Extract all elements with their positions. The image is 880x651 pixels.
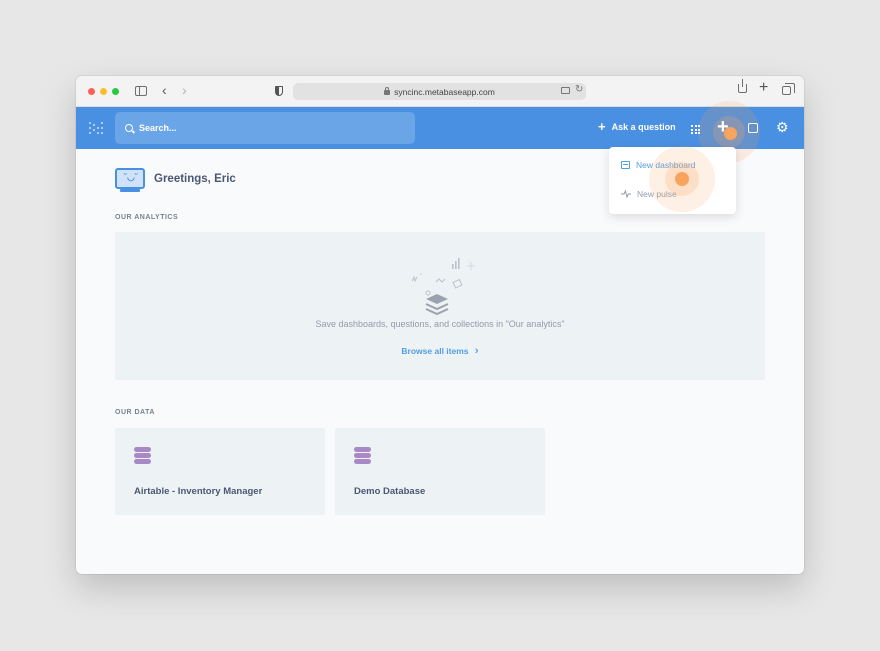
url-text: syncinc.metabaseapp.com [394, 86, 495, 97]
plus-icon: + [598, 119, 606, 134]
database-card-airtable[interactable]: Airtable - Inventory Manager [115, 428, 325, 515]
app-navbar: Search... + Ask a question + ⚙ [76, 101, 804, 163]
translate-icon[interactable] [561, 87, 570, 94]
privacy-shield-icon[interactable] [275, 86, 283, 96]
new-tab-icon[interactable]: + [759, 80, 768, 96]
ask-question-label: Ask a question [611, 122, 676, 132]
back-icon[interactable]: ‹ [162, 83, 167, 97]
chevron-right-icon: › [474, 345, 479, 357]
pulse-icon [621, 190, 631, 198]
search-icon [125, 124, 133, 132]
analytics-empty-state: Save dashboards, questions, and collecti… [115, 232, 765, 380]
database-name: Demo Database [354, 486, 426, 497]
share-icon[interactable] [738, 79, 747, 93]
gear-icon[interactable]: ⚙ [776, 120, 789, 134]
click-indicator-dot [675, 172, 689, 186]
browse-all-items-link[interactable]: Browse all items › [115, 345, 765, 357]
ask-question-button[interactable]: + Ask a question [598, 119, 676, 134]
browser-window: ‹ › syncinc.metabaseapp.com ↻ + Search..… [76, 76, 804, 574]
data-section-label: OUR DATA [115, 409, 155, 416]
search-input[interactable]: Search... [115, 112, 415, 144]
reload-icon[interactable]: ↻ [575, 84, 583, 95]
database-card-demo[interactable]: Demo Database [335, 428, 545, 515]
sidebar-toggle-icon[interactable] [135, 86, 147, 96]
collection-stack-icon [411, 258, 475, 316]
database-name: Airtable - Inventory Manager [134, 486, 263, 497]
database-icon [354, 447, 371, 464]
forward-icon[interactable]: › [182, 83, 187, 97]
activity-icon[interactable] [748, 123, 758, 133]
search-placeholder: Search... [139, 123, 177, 133]
database-icon [134, 447, 151, 464]
greeting-heading: Greetings, Eric [154, 173, 236, 185]
empty-state-message: Save dashboards, questions, and collecti… [315, 319, 565, 329]
greeting-computer-icon: ˘◡˘ [115, 168, 145, 192]
browser-toolbar: ‹ › syncinc.metabaseapp.com ↻ + [76, 76, 804, 107]
address-bar[interactable]: syncinc.metabaseapp.com [293, 83, 586, 100]
close-window-button[interactable] [88, 88, 95, 95]
maximize-window-button[interactable] [112, 88, 119, 95]
browse-link-label: Browse all items [401, 346, 469, 356]
minimize-window-button[interactable] [100, 88, 107, 95]
lock-icon [384, 87, 391, 95]
click-indicator-dot [724, 127, 737, 140]
analytics-section-label: OUR ANALYTICS [115, 214, 179, 221]
dashboard-icon [621, 161, 630, 169]
metabase-logo-icon[interactable] [89, 122, 104, 134]
tab-overview-icon[interactable] [782, 83, 795, 95]
